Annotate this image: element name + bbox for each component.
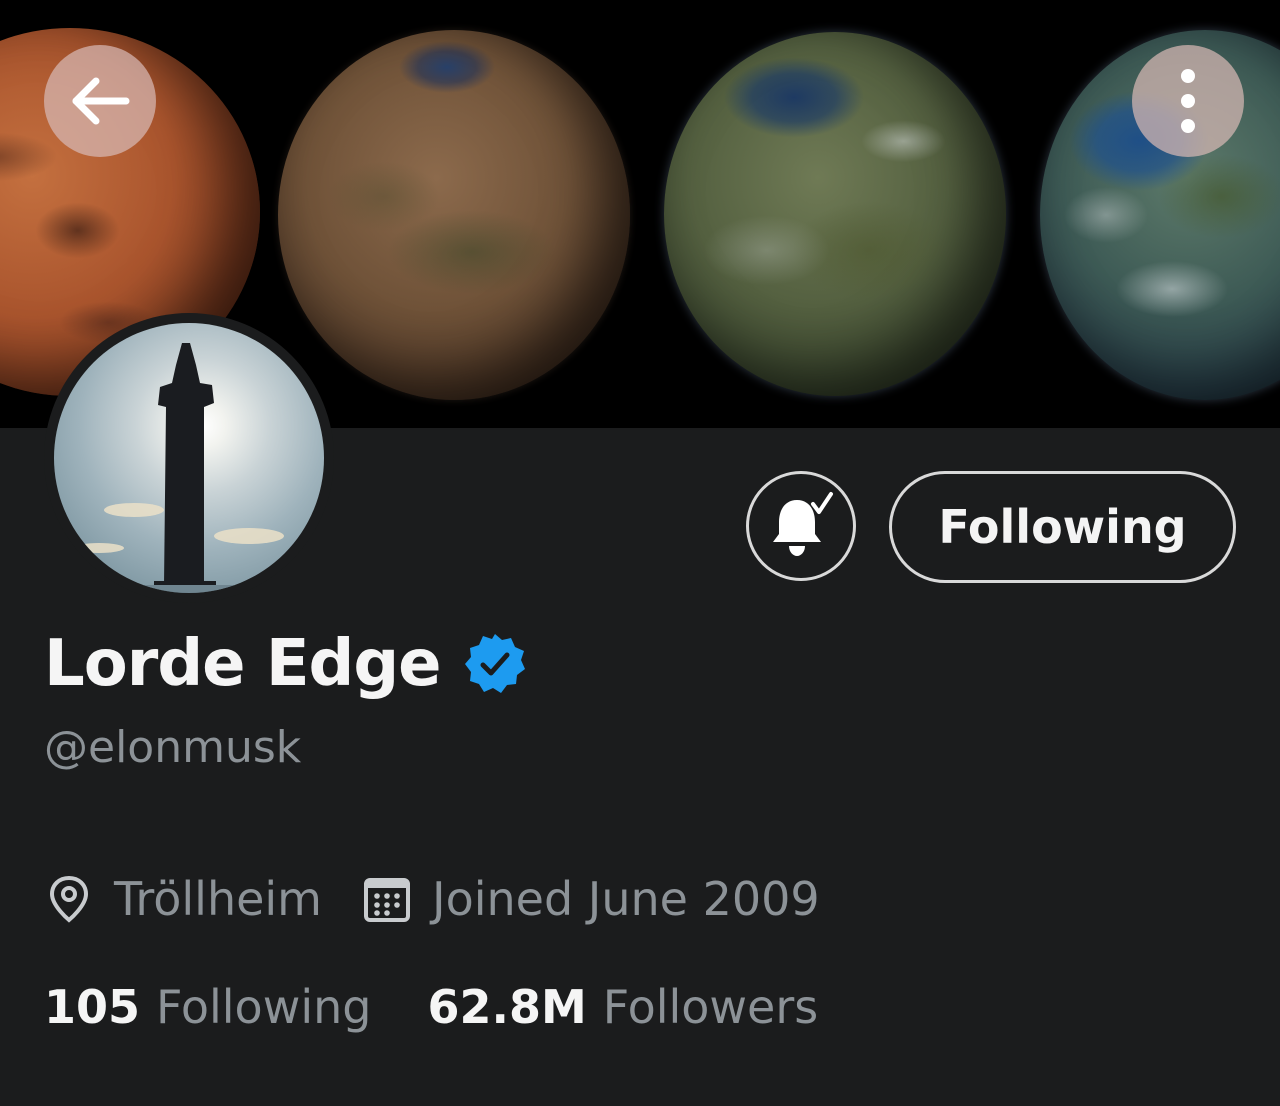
avatar[interactable]	[44, 313, 334, 603]
avatar-image	[54, 323, 324, 593]
joined-date-text: Joined June 2009	[432, 872, 820, 926]
profile-page: Following Lorde Edge @elonmusk Tröllheim	[0, 0, 1280, 1106]
display-name: Lorde Edge	[44, 627, 442, 701]
following-button[interactable]: Following	[889, 471, 1236, 583]
banner-planet-terraforming-1	[278, 30, 630, 400]
arrow-left-icon	[72, 77, 130, 125]
more-options-button[interactable]	[1132, 45, 1244, 157]
name-row: Lorde Edge	[44, 622, 527, 706]
following-count: 105	[44, 980, 141, 1034]
verified-badge-icon[interactable]	[463, 632, 527, 696]
banner-planet-terraforming-2	[664, 32, 1006, 396]
more-vertical-icon	[1181, 69, 1195, 133]
starship-silhouette-icon	[54, 343, 324, 593]
profile-meta: Tröllheim Joined June 2009	[44, 866, 820, 932]
notifications-toggle-button[interactable]	[746, 471, 856, 581]
following-button-label: Following	[938, 500, 1187, 554]
back-button[interactable]	[44, 45, 156, 157]
user-handle: @elonmusk	[44, 722, 302, 773]
following-label: Following	[156, 980, 372, 1034]
bell-check-icon	[773, 492, 833, 556]
following-stat-link[interactable]: 105 Following	[44, 980, 371, 1034]
followers-stat-link[interactable]: 62.8M Followers	[427, 980, 818, 1034]
followers-count: 62.8M	[427, 980, 587, 1034]
location-text: Tröllheim	[114, 872, 322, 926]
followers-label: Followers	[602, 980, 819, 1034]
calendar-icon	[362, 874, 412, 924]
location-pin-icon	[44, 874, 94, 924]
profile-stats: 105 Following 62.8M Followers	[44, 980, 818, 1046]
